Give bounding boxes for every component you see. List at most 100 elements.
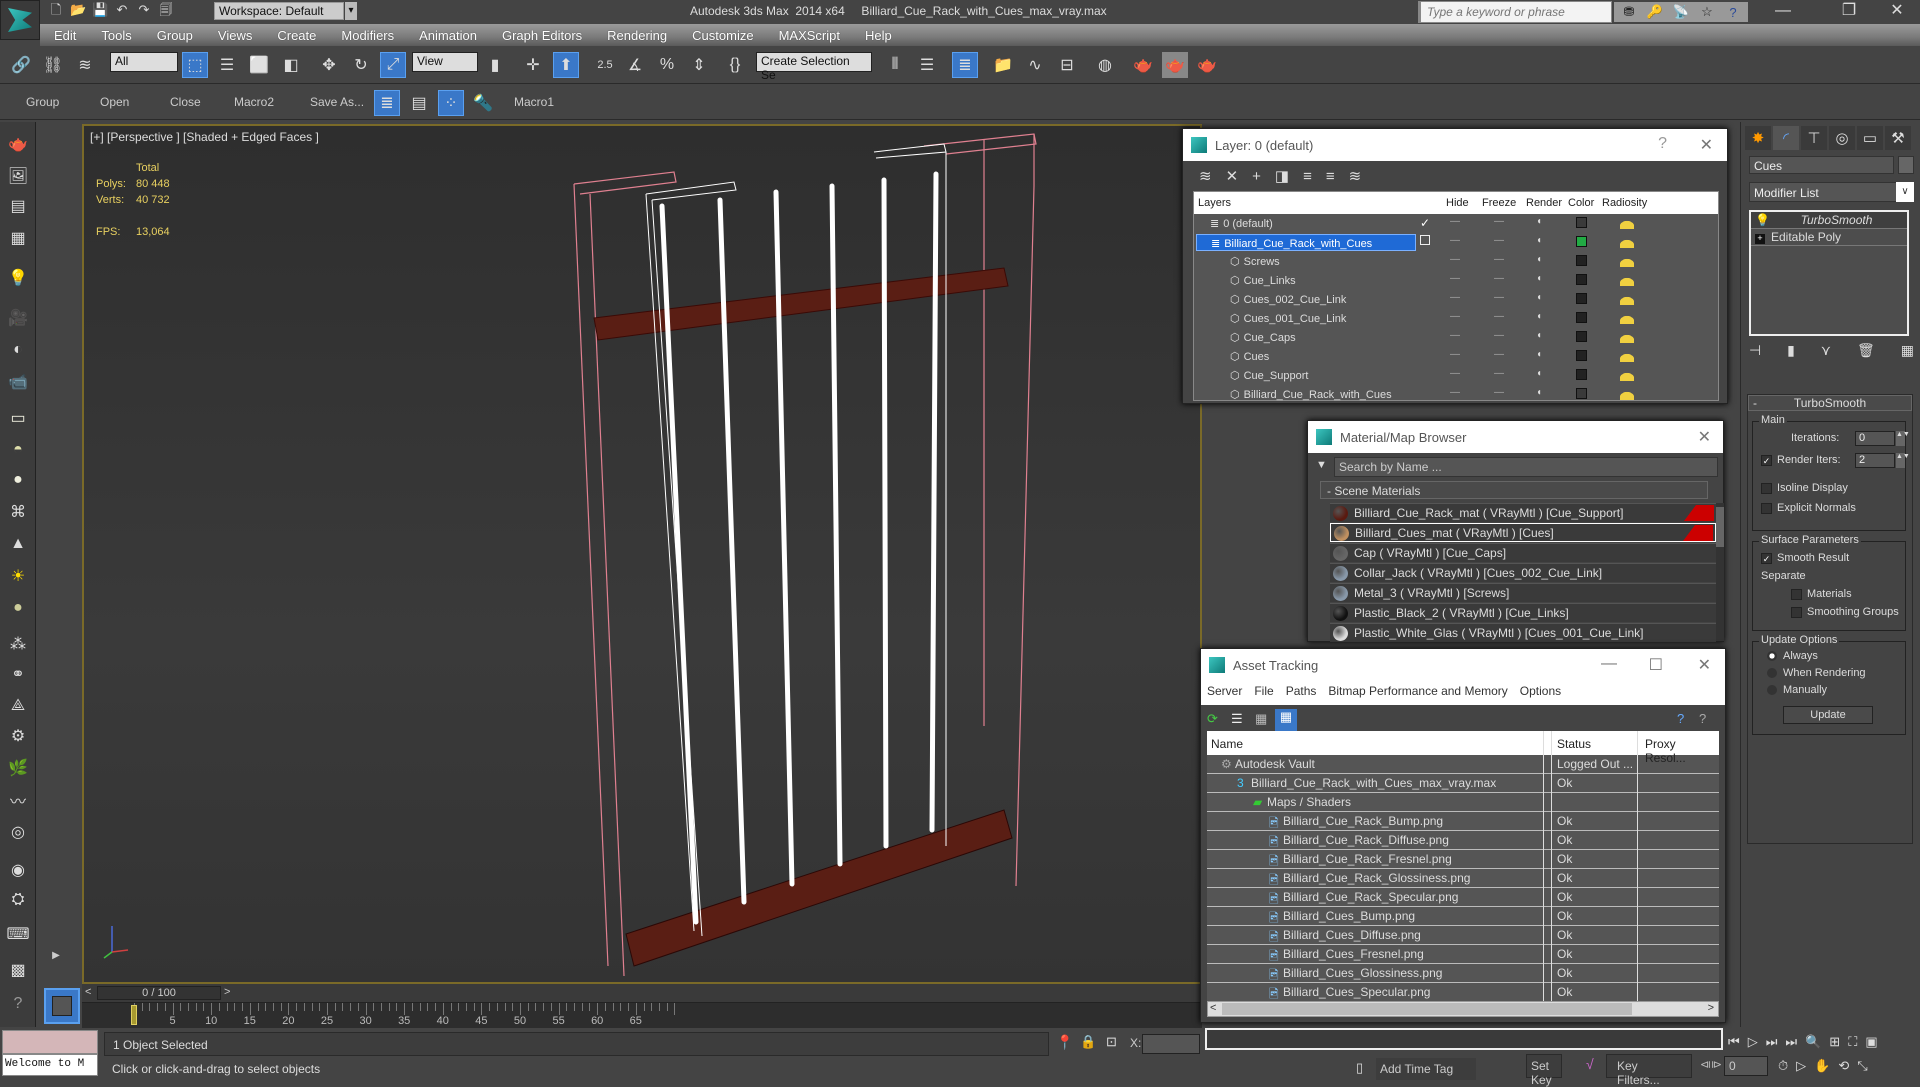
freeze-toggle[interactable]: — xyxy=(1494,292,1504,303)
checkbox-icon[interactable] xyxy=(1791,606,1802,618)
hide-toggle[interactable]: — xyxy=(1450,216,1460,227)
menu-modifiers[interactable]: Modifiers xyxy=(341,28,394,43)
light-lister-icon[interactable]: 💡 xyxy=(6,266,30,290)
radiosity-icon[interactable] xyxy=(1620,273,1634,286)
material-item[interactable]: Billiard_Cue_Rack_mat ( VRayMtl ) [Cue_S… xyxy=(1330,503,1716,522)
current-frame-marker[interactable] xyxy=(131,1005,137,1025)
camera-target-icon[interactable]: ◐ xyxy=(6,338,30,362)
track-bar[interactable]: 05101520253035404550556065 xyxy=(82,1002,1202,1028)
maxscript-mini-listener[interactable] xyxy=(2,1030,98,1054)
col-hide[interactable]: Hide xyxy=(1446,197,1469,209)
binoculars-icon[interactable]: ⛃ xyxy=(1620,4,1638,20)
object-color-swatch[interactable] xyxy=(1898,156,1914,174)
show-end-result-icon[interactable]: ▮ xyxy=(1787,342,1795,359)
chevron-down-icon[interactable]: ∨ xyxy=(1896,182,1914,202)
go-to-end-icon[interactable]: ⏭ xyxy=(1785,1034,1797,1050)
menu-views[interactable]: Views xyxy=(218,28,252,43)
help-icon[interactable]: ? xyxy=(1724,5,1742,20)
checkbox-icon[interactable]: ✓ xyxy=(1761,552,1772,564)
scroll-thumb[interactable] xyxy=(1222,1003,1632,1015)
layer-color-swatch[interactable] xyxy=(1576,293,1587,304)
col-radiosity[interactable]: Radiosity xyxy=(1602,197,1647,209)
camera-icon[interactable]: 🎥 xyxy=(6,306,30,330)
material-browser-close-icon[interactable]: ✕ xyxy=(1698,427,1711,447)
hide-toggle[interactable]: — xyxy=(1450,368,1460,379)
asset-tracking-titlebar[interactable]: Asset Tracking xyxy=(1201,649,1725,681)
prev-frame-icon[interactable]: < xyxy=(85,986,91,998)
layer-name-cell[interactable]: ≣ Billiard_Cue_Rack_with_Cues xyxy=(1196,234,1416,251)
update-when-rendering-radio[interactable]: When Rendering xyxy=(1767,667,1866,679)
modifier-list-dropdown[interactable]: Modifier List xyxy=(1749,182,1914,202)
named-selection-dropdown[interactable]: Create Selection Se xyxy=(756,52,872,82)
select-object-icon[interactable]: ⬚ xyxy=(182,52,208,78)
star-icon[interactable]: ☆ xyxy=(1698,4,1716,20)
physical-camera-icon[interactable]: 📹 xyxy=(6,370,30,394)
panel-icon[interactable]: ▤ xyxy=(6,194,30,218)
layer-row[interactable]: ≣ 0 (default) ✓ — — ◖ xyxy=(1194,214,1718,233)
asset-path-field[interactable] xyxy=(1205,1028,1723,1050)
layer-row[interactable]: ⬡ Cues — — ◖ xyxy=(1194,347,1718,366)
absolute-mode-icon[interactable]: ⊡ xyxy=(1106,1034,1117,1050)
make-unique-icon[interactable]: ⋎ xyxy=(1821,342,1831,359)
layer-row[interactable]: ⬡ Cue_Links — — ◖ xyxy=(1194,271,1718,290)
lightbulb-icon[interactable]: 💡 xyxy=(1755,213,1770,227)
menu-maxscript[interactable]: MAXScript xyxy=(779,28,840,43)
hide-toggle[interactable]: — xyxy=(1450,235,1460,246)
group-button[interactable]: Group xyxy=(26,95,59,109)
manipulate-icon[interactable]: ✛ xyxy=(520,52,546,78)
key-filters-button[interactable]: Key Filters... xyxy=(1606,1054,1692,1087)
material-item[interactable]: Metal_3 ( VRayMtl ) [Screws] xyxy=(1330,583,1716,602)
stack-item-editable-poly[interactable]: + Editable Poly xyxy=(1751,229,1907,246)
pivot-center-icon[interactable]: ▮ xyxy=(482,52,508,78)
layer-row[interactable]: ⬡ Cue_Support — — ◖ xyxy=(1194,366,1718,385)
freeze-toggle[interactable]: — xyxy=(1494,387,1504,398)
schematic-view-icon[interactable]: ⊟ xyxy=(1054,52,1080,78)
freeze-all-layers-icon[interactable]: ≋ xyxy=(1349,167,1362,185)
render-teapot-icon[interactable]: ◖ xyxy=(1536,368,1542,379)
object-id-icon[interactable]: ⁘ xyxy=(438,90,464,116)
radio-icon[interactable] xyxy=(1767,668,1777,679)
sweep-icon[interactable]: ⟁ xyxy=(6,694,30,718)
molecule-icon[interactable]: ⚭ xyxy=(6,662,30,686)
asset-menu-paths[interactable]: Paths xyxy=(1286,684,1317,702)
material-scrollbar[interactable] xyxy=(1716,503,1724,641)
smooth-result-checkbox[interactable]: ✓ Smooth Result xyxy=(1761,552,1849,564)
rectangular-selection-icon[interactable]: ⬜ xyxy=(246,52,272,78)
render-teapot-icon[interactable]: ◖ xyxy=(1536,292,1542,303)
asset-row[interactable]: 🖻 Billiard_Cue_Rack_Diffuse.png Ok xyxy=(1207,831,1719,850)
render-teapot-icon[interactable]: ◖ xyxy=(1536,235,1542,246)
open-file-icon[interactable]: 📂 xyxy=(70,2,86,18)
time-config-icon[interactable]: ⧏⧐ xyxy=(1700,1058,1722,1071)
radiosity-icon[interactable] xyxy=(1620,254,1634,267)
infocenter-search[interactable] xyxy=(1420,1,1612,23)
freeze-toggle[interactable]: — xyxy=(1494,311,1504,322)
asset-row[interactable]: ▰ Maps / Shaders xyxy=(1207,793,1719,812)
layer-row[interactable]: ⬡ Cues_001_Cue_Link — — ◖ xyxy=(1194,309,1718,328)
asset-row[interactable]: 🖻 Billiard_Cues_Bump.png Ok xyxy=(1207,907,1719,926)
hide-toggle[interactable]: — xyxy=(1450,330,1460,341)
layer-dialog-titlebar[interactable]: Layer: 0 (default) xyxy=(1183,129,1727,161)
expand-arrow-icon[interactable]: ▶ xyxy=(48,950,64,966)
update-button[interactable]: Update xyxy=(1783,706,1873,724)
keyboard-shortcut-override-icon[interactable]: ⬆ xyxy=(553,52,579,78)
play-icon[interactable]: ▷ xyxy=(1748,1034,1758,1050)
layer-color-swatch[interactable] xyxy=(1576,217,1587,228)
maxscript-output[interactable]: Welcome to M xyxy=(2,1054,98,1076)
asset-maximize-icon[interactable]: ☐ xyxy=(1649,655,1663,675)
checkbox-icon[interactable] xyxy=(1791,588,1802,600)
dome-light-icon[interactable]: ◓ xyxy=(6,438,30,462)
restore-button[interactable]: ❐ xyxy=(1826,0,1872,24)
asset-menu-file[interactable]: File xyxy=(1254,684,1273,702)
layer-name-cell[interactable]: ⬡ Cues_002_Cue_Link xyxy=(1196,291,1416,308)
layer-manager-icon[interactable]: ≣ xyxy=(952,52,978,78)
spinner-snap-icon[interactable]: ⇕ xyxy=(686,52,712,78)
radiosity-icon[interactable] xyxy=(1620,349,1634,362)
plant-icon[interactable]: 🌿 xyxy=(6,756,30,780)
perspective-viewport[interactable]: [+] [Perspective ] [Shaded + Edged Faces… xyxy=(82,124,1202,984)
add-time-tag[interactable]: Add Time Tag xyxy=(1376,1058,1476,1080)
layer-row[interactable]: ⬡ Cues_002_Cue_Link — — ◖ xyxy=(1194,290,1718,309)
close-button[interactable]: ✕ xyxy=(1874,0,1920,24)
asset-row[interactable]: 🖻 Billiard_Cue_Rack_Glossiness.png Ok xyxy=(1207,869,1719,888)
workspace-dropdown[interactable]: Workspace: Default xyxy=(214,2,344,20)
menu-create[interactable]: Create xyxy=(277,28,316,43)
